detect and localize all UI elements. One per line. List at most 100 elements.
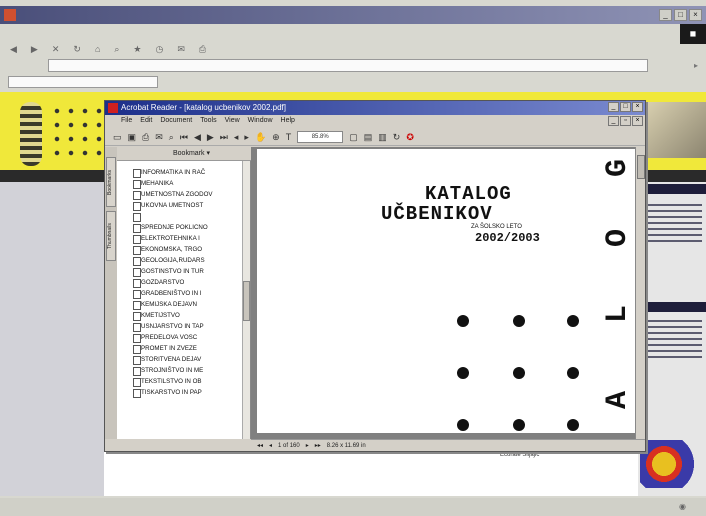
save-icon[interactable]: ▣	[128, 128, 137, 145]
print-icon[interactable]: ⎙	[142, 128, 149, 145]
minimize-button[interactable]: _	[659, 9, 672, 21]
rotate-icon[interactable]: ↻	[393, 128, 401, 145]
bookmark-item[interactable]: GRADBENIŠTVO IN I	[133, 288, 241, 299]
go-button[interactable]: ▸	[694, 58, 698, 73]
header-photo	[646, 102, 706, 158]
prev-page-icon[interactable]: ◀	[194, 128, 201, 145]
back-icon[interactable]: ◀	[10, 40, 17, 58]
scroll-thumb[interactable]	[637, 155, 645, 179]
prev-page-button[interactable]: ◂	[269, 440, 272, 451]
bookmark-item[interactable]: UMETNOSTNA ZGODOV	[133, 189, 241, 200]
bookmarks-scrollbar[interactable]	[242, 161, 250, 439]
acrobat-titlebar: Acrobat Reader - [katalog ucbenikov 2002…	[105, 101, 645, 115]
find-icon[interactable]: ⌕	[169, 128, 174, 145]
document-scrollbar[interactable]	[635, 147, 645, 439]
menu-document[interactable]: Document	[160, 115, 192, 127]
bookmark-item[interactable]: PREDELOVA VOSC	[133, 332, 241, 343]
text-select-icon[interactable]: T	[286, 128, 292, 145]
zoom-field[interactable]: 85.8%	[297, 131, 344, 143]
decor-dot	[513, 315, 525, 327]
menu-edit[interactable]: Edit	[140, 115, 152, 127]
bookmarks-pane: Bookmark ▾ INFORMATIKA IN RAČ MEHANIKA UME…	[117, 147, 251, 439]
bookmark-item[interactable]: TEKSTILSTVO IN OB	[133, 376, 241, 387]
decor-dot	[457, 419, 469, 431]
toolbar-search-field[interactable]	[8, 76, 158, 88]
bookmarks-header[interactable]: Bookmark ▾	[117, 147, 251, 161]
stop-icon[interactable]: ✕	[52, 40, 60, 58]
page-indicator[interactable]: 1 of 160	[278, 440, 300, 451]
menu-window[interactable]: Window	[248, 115, 273, 127]
search-icon[interactable]: ⌕	[114, 40, 119, 58]
side-letter: L	[601, 305, 635, 324]
fit-width-icon[interactable]: ▥	[378, 128, 387, 145]
fit-page-icon[interactable]: ▤	[364, 128, 373, 145]
bookmark-item[interactable]: KMETIJSTVO	[133, 310, 241, 321]
bookmark-item[interactable]: GEOLOGIJA,RUDARS	[133, 255, 241, 266]
bookmark-item[interactable]: KEMIJSKA DEJAVN	[133, 299, 241, 310]
address-input[interactable]	[48, 59, 648, 72]
next-page-button[interactable]: ▸	[306, 440, 309, 451]
navigation-tabs: Bookmarks Thumbnails	[105, 147, 117, 439]
home-icon[interactable]: ⌂	[95, 40, 100, 58]
close-button[interactable]: ×	[689, 9, 702, 21]
pdf-page: KATALOG UČBENIKOV ZA ŠOLSKO LETO 2002/20…	[257, 149, 635, 433]
bookmark-item[interactable]: EKONOMSKA, TRGO	[133, 244, 241, 255]
bookmark-item[interactable]: PROMET IN ZVEZE	[133, 343, 241, 354]
page-footer-text: Ecorate Šiljajic	[500, 452, 540, 458]
menu-help[interactable]: Help	[281, 115, 295, 127]
bookmark-item[interactable]: GOZDARSTVO	[133, 277, 241, 288]
bookmark-item[interactable]: MEHANIKA	[133, 178, 241, 189]
refresh-icon[interactable]: ↻	[73, 40, 81, 58]
zoom-tool-icon[interactable]: ⊕	[272, 128, 280, 145]
doc-minimize-button[interactable]: _	[608, 116, 619, 126]
bookmarks-label: Bookmark	[173, 150, 205, 157]
bookmark-item[interactable]: STORITVENA DEJAV	[133, 354, 241, 365]
menu-file[interactable]: File	[121, 115, 132, 127]
bookmark-item[interactable]: STROJNIŠTVO IN ME	[133, 365, 241, 376]
menu-tools[interactable]: Tools	[200, 115, 216, 127]
browser-toolbar: ◀ ▶ ✕ ↻ ⌂ ⌕ ★ ◷ ✉ ⎙	[0, 40, 706, 58]
first-page-button[interactable]: ◂◂	[257, 440, 263, 451]
decor-dot	[567, 367, 579, 379]
forward-icon[interactable]: ▸	[244, 128, 249, 145]
maximize-button[interactable]: □	[674, 9, 687, 21]
vertical-title: G O L A	[601, 149, 635, 433]
last-page-button[interactable]: ▸▸	[315, 440, 321, 451]
mail-icon[interactable]: ✉	[177, 40, 185, 58]
open-icon[interactable]: ▭	[113, 128, 122, 145]
ie-logo-icon	[4, 9, 16, 21]
scroll-thumb[interactable]	[243, 281, 250, 321]
bookmark-item[interactable]: ELEKTROTEHNIKA I	[133, 233, 241, 244]
bookmark-item[interactable]: TISKARSTVO IN PAP	[133, 387, 241, 398]
bookmark-item[interactable]: GOSTINSTVO IN TUR	[133, 266, 241, 277]
side-letter: A	[601, 391, 635, 410]
print-icon[interactable]: ⎙	[199, 40, 206, 58]
actual-size-icon[interactable]: ▢	[349, 128, 358, 145]
address-bar: ▸	[0, 58, 706, 73]
doc-close-button[interactable]: ×	[632, 116, 643, 126]
document-window-controls: _ ▫ ×	[608, 116, 643, 126]
hand-tool-icon[interactable]: ✋	[255, 128, 266, 145]
bookmark-item[interactable]: INFORMATIKA IN RAČ	[133, 167, 241, 178]
email-icon[interactable]: ✉	[155, 128, 163, 145]
forward-icon[interactable]: ▶	[31, 40, 38, 58]
decor-dot	[567, 315, 579, 327]
bookmarks-list: INFORMATIKA IN RAČ MEHANIKA UMETNOSTNA ZGO…	[133, 167, 241, 398]
menu-view[interactable]: View	[225, 115, 240, 127]
bookmark-item[interactable]: SPREDNJE POKLICNO	[133, 222, 241, 233]
right-band	[638, 184, 706, 194]
first-page-icon[interactable]: ⏮	[180, 128, 188, 145]
bookmark-item[interactable]: USNJARSTVO IN TAP	[133, 321, 241, 332]
doc-restore-button[interactable]: ▫	[620, 116, 631, 126]
bookmark-item[interactable]: UKOVNA UMETNOST	[133, 200, 241, 211]
tab-bookmarks[interactable]: Bookmarks	[106, 157, 116, 207]
next-page-icon[interactable]: ▶	[207, 128, 214, 145]
last-page-icon[interactable]: ⏭	[220, 128, 228, 145]
back-icon[interactable]: ◂	[234, 128, 239, 145]
catalog-title: KATALOG	[425, 183, 512, 205]
side-letter: G	[601, 159, 635, 178]
history-icon[interactable]: ◷	[156, 40, 164, 58]
tab-thumbnails[interactable]: Thumbnails	[106, 211, 116, 261]
favorites-icon[interactable]: ★	[133, 40, 141, 58]
bookmark-item[interactable]	[133, 211, 241, 222]
